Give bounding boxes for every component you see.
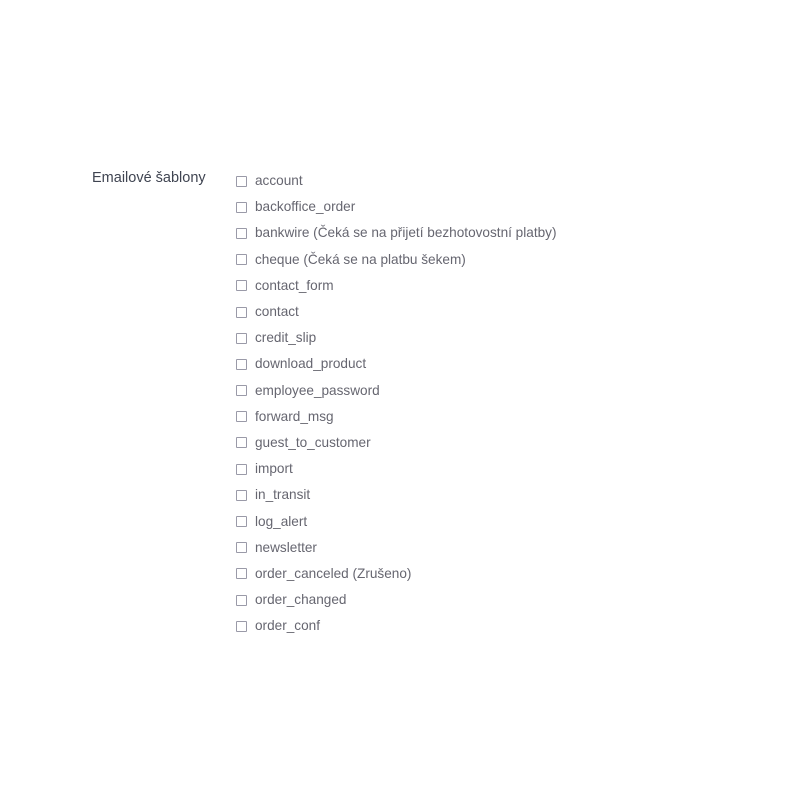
checkbox-backoffice_order[interactable] [236,201,247,213]
checkbox-row-credit_slip[interactable]: credit_slip [236,325,756,351]
checkbox-log_alert[interactable] [236,516,247,528]
email-templates-checkbox-list: account backoffice_order bankwire (Čeká se… [236,168,756,639]
checkbox-row-order_conf[interactable]: order_conf [236,613,756,639]
checkbox-row-download_product[interactable]: download_product [236,351,756,377]
checkbox-row-order_changed[interactable]: order_changed [236,587,756,613]
checkbox-order_canceled[interactable] [236,568,247,580]
checkbox-cheque[interactable] [236,254,247,266]
checkbox-row-employee_password[interactable]: employee_password [236,378,756,404]
checkbox-forward_msg[interactable] [236,411,247,423]
checkbox-label-in_transit: in_transit [255,487,311,503]
checkbox-label-download_product: download_product [255,356,367,372]
checkbox-label-log_alert: log_alert [255,513,308,529]
checkbox-label-credit_slip: credit_slip [255,330,317,346]
checkbox-guest_to_customer[interactable] [236,437,247,449]
checkbox-import[interactable] [236,463,247,475]
checkbox-label-newsletter: newsletter [255,539,317,555]
checkbox-label-forward_msg: forward_msg [255,408,334,424]
checkbox-label-contact: contact [255,304,299,320]
checkbox-order_conf[interactable] [236,620,247,632]
checkbox-in_transit[interactable] [236,489,247,501]
checkbox-row-in_transit[interactable]: in_transit [236,482,756,508]
checkbox-row-import[interactable]: import [236,456,756,482]
checkbox-contact_form[interactable] [236,280,247,292]
checkbox-employee_password[interactable] [236,385,247,397]
checkbox-label-import: import [255,461,293,477]
checkbox-newsletter[interactable] [236,542,247,554]
checkbox-row-order_canceled[interactable]: order_canceled (Zrušeno) [236,561,756,587]
checkbox-label-order_changed: order_changed [255,592,347,608]
email-templates-form-group: Emailové šablony account backoffice_order… [0,0,800,800]
checkbox-row-guest_to_customer[interactable]: guest_to_customer [236,430,756,456]
checkbox-contact[interactable] [236,306,247,318]
checkbox-label-backoffice_order: backoffice_order [255,199,356,215]
checkbox-label-guest_to_customer: guest_to_customer [255,434,371,450]
checkbox-row-newsletter[interactable]: newsletter [236,535,756,561]
checkbox-label-account: account [255,173,303,189]
checkbox-label-bankwire: bankwire (Čeká se na přijetí bezhotovost… [255,225,557,241]
checkbox-row-bankwire[interactable]: bankwire (Čeká se na přijetí bezhotovost… [236,220,756,246]
checkbox-row-forward_msg[interactable]: forward_msg [236,404,756,430]
checkbox-label-order_conf: order_conf [255,618,320,634]
checkbox-label-cheque: cheque (Čeká se na platbu šekem) [255,251,466,267]
checkbox-bankwire[interactable] [236,227,247,239]
checkbox-row-contact[interactable]: contact [236,299,756,325]
checkbox-row-account[interactable]: account [236,168,756,194]
checkbox-row-contact_form[interactable]: contact_form [236,273,756,299]
checkbox-credit_slip[interactable] [236,332,247,344]
checkbox-download_product[interactable] [236,358,247,370]
checkbox-row-backoffice_order[interactable]: backoffice_order [236,194,756,220]
checkbox-order_changed[interactable] [236,594,247,606]
checkbox-label-employee_password: employee_password [255,382,380,398]
checkbox-row-log_alert[interactable]: log_alert [236,508,756,534]
checkbox-label-order_canceled: order_canceled (Zrušeno) [255,565,412,581]
checkbox-row-cheque[interactable]: cheque (Čeká se na platbu šekem) [236,247,756,273]
email-templates-field-label: Emailové šablony [92,170,206,186]
checkbox-account[interactable] [236,175,247,187]
checkbox-label-contact_form: contact_form [255,277,334,293]
